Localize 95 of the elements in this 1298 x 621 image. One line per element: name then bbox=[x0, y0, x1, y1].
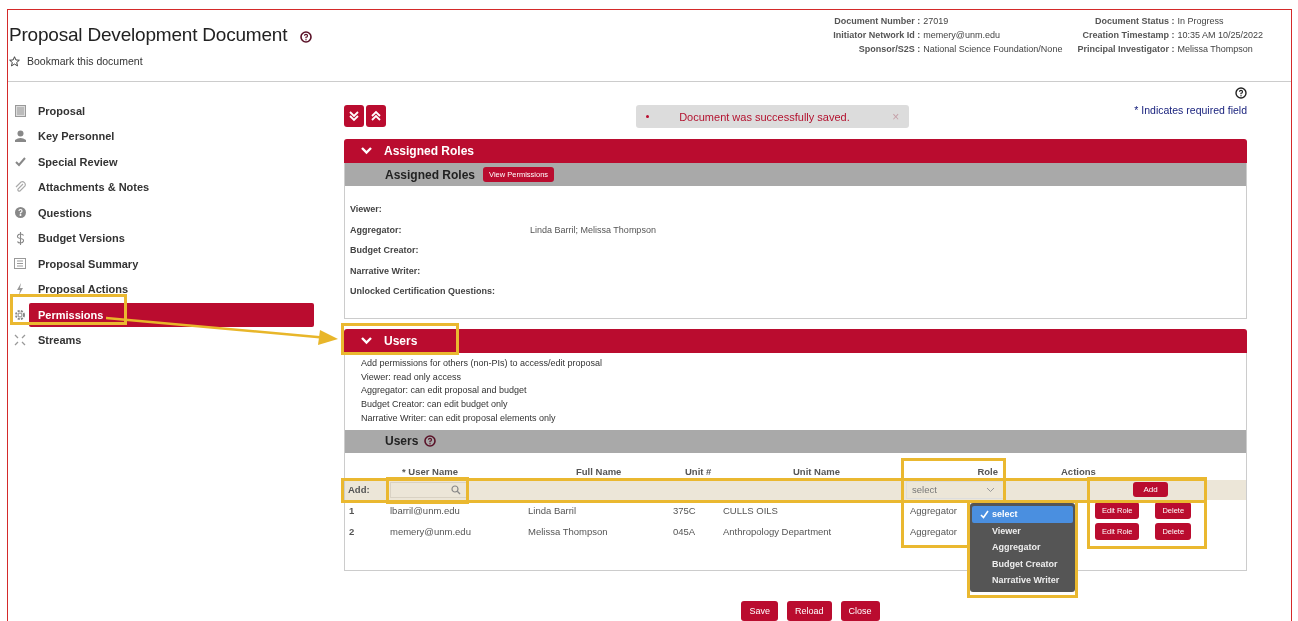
table-cell-text: Linda Barril bbox=[528, 504, 578, 516]
nav-item[interactable]: Proposal Actions bbox=[29, 277, 314, 302]
column-header: Role bbox=[976, 464, 999, 479]
bullet-icon bbox=[646, 115, 650, 118]
info-value: Melissa Thompson bbox=[1177, 44, 1254, 54]
column-header: Full Name bbox=[575, 464, 623, 479]
lightning-icon bbox=[16, 283, 24, 296]
section-header[interactable]: Users bbox=[344, 329, 1247, 353]
dropdown-option[interactable]: Viewer bbox=[972, 522, 1073, 539]
nav-item[interactable]: Attachments & Notes bbox=[29, 175, 314, 200]
subsection-title: Assigned Roles bbox=[385, 167, 476, 182]
footer-button[interactable]: Save bbox=[741, 601, 778, 621]
info-value: 10:35 AM 10/25/2022 bbox=[1177, 30, 1263, 40]
info-label: Initiator Network Id : bbox=[833, 30, 921, 40]
dropdown-option[interactable]: Narrative Writer bbox=[972, 572, 1073, 589]
nav-item[interactable]: Key Personnel bbox=[29, 124, 314, 149]
chevron-down-icon bbox=[986, 486, 995, 493]
chevron-down-icon bbox=[361, 147, 372, 155]
instruction-text: Budget Creator: can edit budget only bbox=[361, 398, 509, 412]
nav-item[interactable]: Budget Versions bbox=[29, 226, 314, 251]
gear-icon bbox=[14, 308, 26, 321]
nav-item[interactable]: Streams bbox=[29, 328, 314, 353]
help-icon[interactable] bbox=[1235, 87, 1247, 99]
info-value: 27019 bbox=[923, 16, 950, 26]
double-chevron-down-icon bbox=[348, 110, 360, 122]
role-label: Budget Creator: bbox=[350, 245, 420, 256]
nav-item[interactable]: Questions bbox=[29, 200, 314, 225]
help-icon[interactable] bbox=[424, 435, 437, 447]
footer-button[interactable]: Close bbox=[840, 601, 880, 621]
dropdown-option[interactable]: Aggregator bbox=[972, 539, 1073, 556]
footer-button[interactable]: Reload bbox=[787, 601, 832, 621]
add-label: Add: bbox=[347, 484, 371, 495]
star-icon[interactable] bbox=[9, 55, 20, 67]
role-label: Viewer: bbox=[350, 204, 383, 215]
instruction-text: Narrative Writer: can edit proposal elements only bbox=[361, 411, 557, 425]
dropdown-option[interactable]: select bbox=[972, 506, 1073, 523]
expand-all-button[interactable] bbox=[344, 105, 364, 127]
document-icon bbox=[14, 104, 26, 117]
checkmark-icon bbox=[980, 509, 989, 519]
table-cell-text: CULLS OILS bbox=[723, 504, 779, 516]
collapse-all-button[interactable] bbox=[366, 105, 386, 127]
nav-item[interactable]: Proposal Summary bbox=[29, 251, 314, 276]
search-icon[interactable] bbox=[451, 484, 461, 495]
required-field-note: * Indicates required field bbox=[1134, 104, 1247, 116]
table-cell-text: Melissa Thompson bbox=[528, 525, 609, 537]
table-cell-text: lbarril@unm.edu bbox=[390, 504, 461, 516]
role-label: Unlocked Certification Questions: bbox=[350, 286, 497, 297]
row-number: 1 bbox=[348, 504, 356, 516]
column-header: Actions bbox=[1061, 464, 1097, 479]
row-number: 2 bbox=[348, 525, 356, 537]
message-text: Document was successfully saved. bbox=[679, 110, 850, 123]
bookmark-link[interactable]: Bookmark this document bbox=[27, 55, 143, 67]
role-label: Aggregator: bbox=[350, 224, 403, 235]
nav-item[interactable]: Proposal bbox=[29, 98, 314, 123]
nav-item[interactable]: Special Review bbox=[29, 149, 314, 174]
info-value: memery@unm.edu bbox=[923, 30, 1001, 40]
double-chevron-up-icon bbox=[370, 110, 382, 122]
info-label: Document Status : bbox=[1093, 16, 1175, 26]
column-header: Unit # bbox=[684, 464, 713, 479]
info-value: National Science Foundation/None bbox=[923, 44, 1063, 54]
help-icon[interactable] bbox=[300, 30, 313, 43]
instruction-text: Aggregator: can edit proposal and budget bbox=[361, 384, 528, 398]
table-cell-text: memery@unm.edu bbox=[390, 525, 472, 537]
table-cell-text: 375C bbox=[673, 504, 697, 516]
info-label: Sponsor/S2S : bbox=[857, 44, 921, 54]
column-header: Unit Name bbox=[792, 464, 841, 479]
instruction-text: Viewer: read only access bbox=[361, 370, 462, 384]
role-select[interactable]: select bbox=[906, 480, 1006, 499]
info-label: Creation Timestamp : bbox=[1081, 30, 1175, 40]
checkmark-icon bbox=[14, 156, 26, 167]
expand-icon bbox=[14, 334, 26, 347]
table-cell-text: Anthropology Department bbox=[723, 525, 833, 537]
column-header: * User Name bbox=[401, 464, 459, 479]
table-cell-text: 045A bbox=[673, 525, 697, 537]
table-cell-text: Aggregator bbox=[909, 525, 957, 537]
info-label: Document Number : bbox=[833, 16, 921, 26]
dollar-icon bbox=[15, 231, 25, 245]
nav-item[interactable]: Permissions bbox=[29, 302, 314, 327]
page-title: Proposal Development Document bbox=[9, 24, 288, 46]
info-value: In Progress bbox=[1177, 16, 1225, 26]
role-members: Linda Barril; Melissa Thompson bbox=[530, 224, 656, 235]
info-label: Principal Investigator : bbox=[1077, 44, 1175, 54]
section-header[interactable]: Assigned Roles bbox=[344, 139, 1247, 163]
paperclip-icon bbox=[14, 181, 26, 194]
instruction-text: Add permissions for others (non-PIs) to access/edit proposal bbox=[361, 357, 604, 370]
table-cell-text: Aggregator bbox=[909, 504, 957, 516]
dropdown-option[interactable]: Budget Creator bbox=[972, 555, 1073, 572]
role-label: Narrative Writer: bbox=[350, 265, 422, 276]
user-name-field[interactable] bbox=[390, 481, 468, 498]
question-icon bbox=[14, 207, 26, 219]
summary-icon bbox=[14, 258, 26, 270]
subsection-title: Users bbox=[385, 434, 419, 448]
person-icon bbox=[14, 130, 26, 143]
chevron-down-icon bbox=[361, 337, 372, 345]
add-button[interactable]: Add bbox=[1133, 482, 1168, 497]
